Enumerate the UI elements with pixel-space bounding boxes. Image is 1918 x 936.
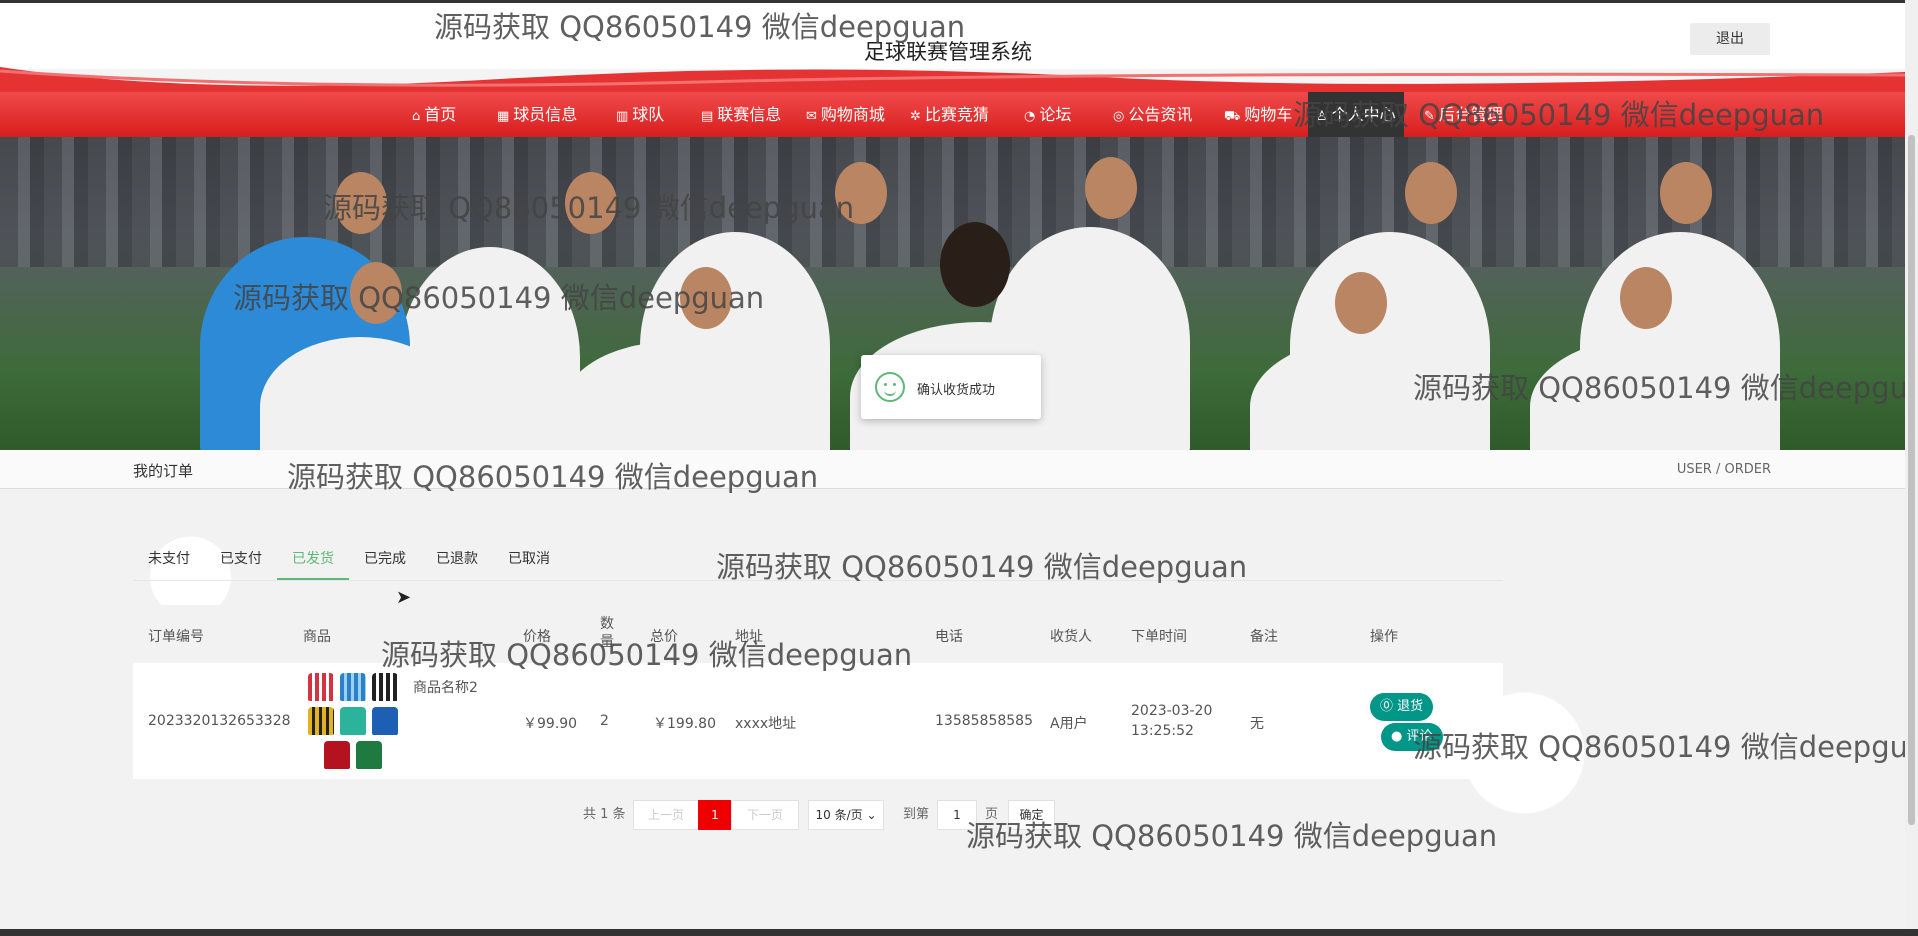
palette-icon: ◔: [1024, 109, 1036, 124]
page-1-button[interactable]: 1: [698, 800, 732, 830]
cell-date: 2023-03-20: [1131, 703, 1213, 719]
next-page-button[interactable]: 下一页: [731, 800, 799, 830]
th-product: 商品: [303, 629, 331, 645]
nav-news[interactable]: ◎ 公告资讯: [1107, 92, 1198, 137]
th-receiver: 收货人: [1050, 629, 1092, 645]
cell-product-name[interactable]: 商品名称2: [413, 677, 478, 697]
nav-teams[interactable]: ▥ 球队: [610, 92, 670, 137]
table-row: 2023320132653328 商品名称2 ￥99.90 2 ￥199.80 …: [133, 663, 1503, 779]
page-title: 我的订单: [133, 462, 194, 480]
breadcrumb: 我的订单 USER / ORDER: [0, 450, 1905, 489]
header-wave: [0, 67, 1905, 92]
cell-time: 13:25:52: [1131, 723, 1194, 739]
nav-league[interactable]: ▤ 联赛信息: [695, 92, 787, 137]
tab-completed[interactable]: 已完成: [349, 540, 421, 578]
th-note: 备注: [1250, 629, 1278, 645]
yen-icon: ⓪: [1380, 699, 1398, 714]
smile-icon: [875, 372, 905, 402]
nav-user-center[interactable]: ♙ 个人中心: [1308, 92, 1404, 137]
cell-phone: 13585858585: [935, 713, 1033, 729]
success-toast: 确认收货成功: [861, 355, 1041, 419]
building-icon: ▤: [701, 109, 714, 124]
th-total: 总价: [650, 629, 678, 645]
site-title: 足球联赛管理系统: [864, 40, 1032, 64]
globe-icon: ◎: [1113, 109, 1125, 124]
table-header: 订单编号 商品 价格 数量 总价 地址 电话 收货人 下单时间 备注 操作: [133, 605, 1503, 663]
th-order-no: 订单编号: [148, 629, 204, 645]
goto-label: 到第: [903, 807, 930, 822]
pin-icon: ✎: [1424, 109, 1435, 124]
table-icon: ▥: [616, 109, 629, 124]
pager-total: 共 1 条: [583, 807, 626, 822]
cell-qty: 2: [600, 713, 609, 729]
nav-admin[interactable]: ✎ 后台管理: [1418, 92, 1509, 137]
cell-address: xxxx地址: [735, 716, 797, 732]
cell-order-no: 2023320132653328: [148, 713, 291, 729]
bottom-edge: [0, 929, 1918, 936]
tab-cancelled[interactable]: 已取消: [493, 540, 565, 578]
sun-icon: ✲: [910, 109, 921, 124]
chevron-down-icon: ⌄: [866, 808, 877, 822]
th-price: 价格: [523, 629, 551, 645]
refund-button[interactable]: ⓪ 退货: [1370, 693, 1434, 721]
nav-shop[interactable]: ✉ 购物商城: [800, 92, 891, 137]
comment-icon: ●: [1391, 729, 1407, 744]
th-date: 下单时间: [1131, 629, 1187, 645]
grid-icon: ▦: [497, 109, 510, 124]
goto-page-input[interactable]: 1: [937, 800, 977, 830]
tab-refunded[interactable]: 已退款: [421, 540, 493, 578]
prev-page-button[interactable]: 上一页: [633, 800, 699, 830]
nav-forum[interactable]: ◔ 论坛: [1018, 92, 1077, 137]
th-phone: 电话: [935, 629, 963, 645]
th-qty: 数量: [600, 616, 614, 650]
tab-paid[interactable]: 已支付: [205, 540, 277, 578]
tab-unpaid[interactable]: 未支付: [133, 540, 205, 578]
mail-icon: ✉: [806, 109, 817, 124]
toast-message: 确认收货成功: [917, 383, 996, 398]
page-size-select[interactable]: 10 条/页 ⌄: [808, 800, 884, 830]
cart-icon: ⛟: [1224, 109, 1241, 124]
nav-players[interactable]: ▦ 球员信息: [491, 92, 583, 137]
goto-confirm-button[interactable]: 确定: [1008, 800, 1055, 830]
tab-shipped[interactable]: 已发货: [277, 540, 349, 580]
cell-receiver: A用户: [1050, 716, 1088, 732]
main-nav: ⌂ 首页 ▦ 球员信息 ▥ 球队 ▤ 联赛信息 ✉ 购物商城 ✲ 比赛竞猜 ◔ 论坛 ◎ 公告资…: [0, 92, 1905, 137]
nav-guess[interactable]: ✲ 比赛竞猜: [904, 92, 995, 137]
header: 足球联赛管理系统 退出: [0, 3, 1905, 69]
nav-home[interactable]: ⌂ 首页: [406, 92, 462, 137]
page-scrollbar[interactable]: [1905, 0, 1918, 936]
th-actions: 操作: [1370, 629, 1398, 645]
breadcrumb-path: USER / ORDER: [1676, 462, 1771, 477]
cell-note: 无: [1250, 716, 1264, 732]
home-icon: ⌂: [412, 109, 421, 124]
nav-cart[interactable]: ⛟ 购物车: [1218, 92, 1298, 137]
logout-button[interactable]: 退出: [1690, 23, 1770, 55]
th-address: 地址: [735, 629, 763, 645]
comment-button[interactable]: ● 评论: [1381, 723, 1443, 751]
product-image[interactable]: [308, 673, 400, 773]
cell-total: ￥199.80: [653, 716, 716, 732]
scroll-thumb[interactable]: [1908, 135, 1915, 825]
cell-price: ￥99.90: [523, 716, 578, 732]
order-status-tabs: 未支付 已支付 已发货 已完成 已退款 已取消: [133, 540, 1503, 581]
page-unit-label: 页: [985, 807, 999, 822]
user-icon: ♙: [1316, 109, 1328, 124]
